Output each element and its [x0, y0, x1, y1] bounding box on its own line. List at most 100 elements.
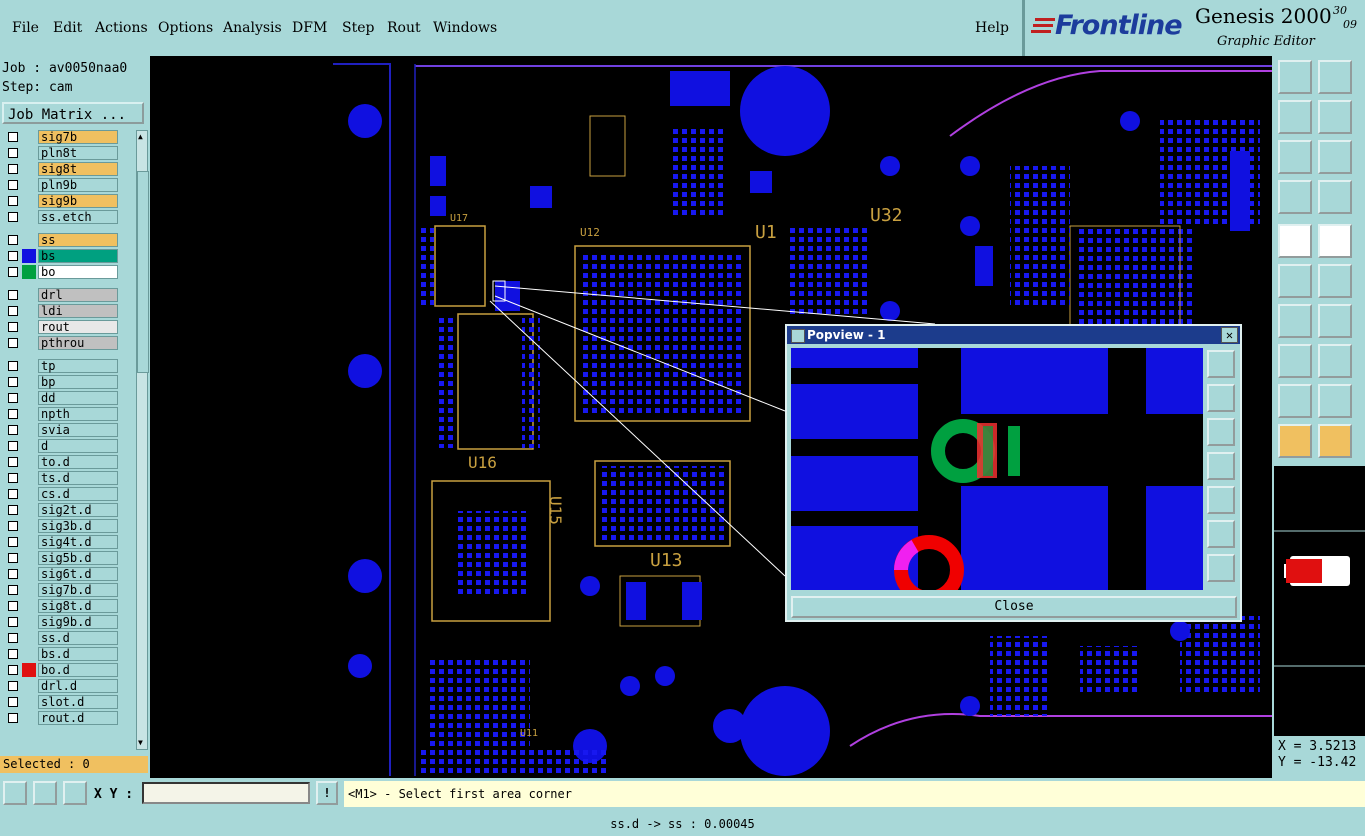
layer-row[interactable]: ts.d: [2, 471, 138, 485]
vertex-icon[interactable]: [1318, 384, 1352, 418]
layer-name[interactable]: ss: [38, 233, 118, 247]
layer-row[interactable]: bo.d: [2, 663, 138, 677]
layer-name[interactable]: pln9b: [38, 178, 118, 192]
layer-checkbox[interactable]: [8, 601, 18, 611]
layer-checkbox[interactable]: [8, 633, 18, 643]
layer-row[interactable]: svia: [2, 423, 138, 437]
window-menu-icon[interactable]: [791, 329, 805, 343]
layer-checkbox[interactable]: [8, 457, 18, 467]
job-matrix-button[interactable]: Job Matrix ...: [2, 102, 144, 124]
layer-name[interactable]: ts.d: [38, 471, 118, 485]
pan-right-icon[interactable]: [1318, 100, 1352, 134]
layer-name[interactable]: ldi: [38, 304, 118, 318]
layer-color-swatch[interactable]: [22, 210, 36, 224]
scroll-up-icon[interactable]: ▲: [138, 133, 146, 141]
layer-row[interactable]: to.d: [2, 455, 138, 469]
menu-file[interactable]: File: [12, 20, 39, 36]
layer-name[interactable]: rout: [38, 320, 118, 334]
layer-color-swatch[interactable]: [22, 249, 36, 263]
layer-row[interactable]: sig9b.d: [2, 615, 138, 629]
layer-color-swatch[interactable]: [22, 233, 36, 247]
slant-line-icon[interactable]: [1318, 304, 1352, 338]
layer-color-swatch[interactable]: [22, 455, 36, 469]
layer-color-swatch[interactable]: [22, 503, 36, 517]
layer-color-swatch[interactable]: [22, 304, 36, 318]
layer-name[interactable]: ss.etch: [38, 210, 118, 224]
layer-color-swatch[interactable]: [22, 194, 36, 208]
layer-row[interactable]: cs.d: [2, 487, 138, 501]
layer-name[interactable]: sig7b.d: [38, 583, 118, 597]
layer-color-swatch[interactable]: [22, 320, 36, 334]
menu-step[interactable]: Step: [342, 20, 374, 36]
pan-down-icon[interactable]: [1318, 60, 1352, 94]
layer-checkbox[interactable]: [8, 553, 18, 563]
layer-row[interactable]: bo: [2, 265, 138, 279]
layer-color-swatch[interactable]: [22, 695, 36, 709]
layer-row[interactable]: sig8t: [2, 162, 138, 176]
layer-checkbox[interactable]: [8, 425, 18, 435]
layer-color-swatch[interactable]: [22, 336, 36, 350]
layer-name[interactable]: bs.d: [38, 647, 118, 661]
xy-input[interactable]: [142, 782, 310, 804]
zoom-window-icon[interactable]: [3, 781, 27, 805]
layer-name[interactable]: sig3b.d: [38, 519, 118, 533]
layer-checkbox[interactable]: [8, 322, 18, 332]
layer-color-swatch[interactable]: [22, 178, 36, 192]
layer-name[interactable]: sig9b.d: [38, 615, 118, 629]
popview-fit-icon[interactable]: [1207, 520, 1235, 548]
layer-checkbox[interactable]: [8, 649, 18, 659]
layer-row[interactable]: d: [2, 439, 138, 453]
pan-up-icon[interactable]: [1278, 60, 1312, 94]
layer-name[interactable]: dd: [38, 391, 118, 405]
layer-color-swatch[interactable]: [22, 551, 36, 565]
layer-row[interactable]: npth: [2, 407, 138, 421]
layer-row[interactable]: sig2t.d: [2, 503, 138, 517]
layer-color-swatch[interactable]: [22, 535, 36, 549]
layer-checkbox[interactable]: [8, 235, 18, 245]
angle-icon[interactable]: [1278, 304, 1312, 338]
measure-tool-icon[interactable]: [33, 781, 57, 805]
select-box-icon[interactable]: [1318, 424, 1352, 458]
layer-name[interactable]: drl.d: [38, 679, 118, 693]
layer-row[interactable]: ss.d: [2, 631, 138, 645]
add-line-icon[interactable]: [1318, 224, 1352, 258]
layer-color-swatch[interactable]: [22, 567, 36, 581]
layer-list-scrollbar[interactable]: ▲ ▼: [136, 130, 149, 750]
layer-checkbox[interactable]: [8, 521, 18, 531]
layer-name[interactable]: ss.d: [38, 631, 118, 645]
menu-analysis[interactable]: Analysis: [223, 20, 282, 36]
layer-checkbox[interactable]: [8, 505, 18, 515]
layer-color-swatch[interactable]: [22, 631, 36, 645]
layer-name[interactable]: slot.d: [38, 695, 118, 709]
layer-row[interactable]: slot.d: [2, 695, 138, 709]
menu-edit[interactable]: Edit: [53, 20, 82, 36]
layer-color-swatch[interactable]: [22, 288, 36, 302]
layer-color-swatch[interactable]: [22, 375, 36, 389]
layer-row[interactable]: bs.d: [2, 647, 138, 661]
layer-name[interactable]: pln8t: [38, 146, 118, 160]
connect-icon[interactable]: [1278, 264, 1312, 298]
layer-checkbox[interactable]: [8, 377, 18, 387]
layer-color-swatch[interactable]: [22, 439, 36, 453]
layer-name[interactable]: pthrou: [38, 336, 118, 350]
layer-row[interactable]: sig6t.d: [2, 567, 138, 581]
layer-name[interactable]: bs: [38, 249, 118, 263]
layer-checkbox[interactable]: [8, 164, 18, 174]
layer-color-swatch[interactable]: [22, 359, 36, 373]
layer-name[interactable]: sig5b.d: [38, 551, 118, 565]
layer-checkbox[interactable]: [8, 267, 18, 277]
layer-name[interactable]: sig8t.d: [38, 599, 118, 613]
layer-color-swatch[interactable]: [22, 663, 36, 677]
layer-checkbox[interactable]: [8, 697, 18, 707]
layer-row[interactable]: ss: [2, 233, 138, 247]
zoom-home-icon[interactable]: [1318, 140, 1352, 174]
layer-checkbox[interactable]: [8, 148, 18, 158]
layer-color-swatch[interactable]: [22, 471, 36, 485]
popview-zoom-icon[interactable]: [1207, 350, 1235, 378]
layer-color-swatch[interactable]: [22, 487, 36, 501]
layer-checkbox[interactable]: [8, 617, 18, 627]
layer-color-swatch[interactable]: [22, 407, 36, 421]
snap-icon[interactable]: [1318, 180, 1352, 214]
layer-checkbox[interactable]: [8, 569, 18, 579]
zoom-fit-icon[interactable]: [1278, 140, 1312, 174]
